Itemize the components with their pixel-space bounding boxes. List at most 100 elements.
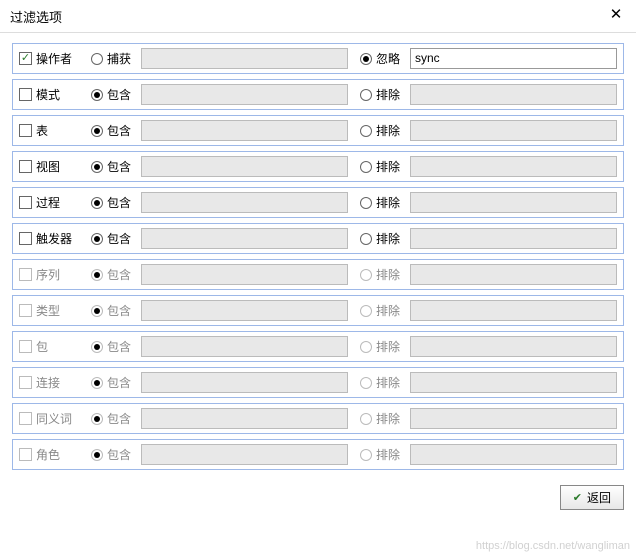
filter-options-panel: 操作者 捕获 忽略 sync 模式 包含 排除 表 <box>0 33 636 481</box>
row-label: 序列 <box>36 266 60 283</box>
checkbox-package <box>19 340 32 353</box>
input-procedure-exclude <box>410 192 617 213</box>
radio-view-include[interactable] <box>91 161 103 173</box>
input-schema-exclude <box>410 84 617 105</box>
checkbox-sequence <box>19 268 32 281</box>
radio-synonym-include <box>91 413 103 425</box>
input-type-exclude <box>410 300 617 321</box>
input-package-exclude <box>410 336 617 357</box>
footer: ✔ 返回 <box>0 481 636 518</box>
radio-label: 排除 <box>376 338 406 355</box>
back-button[interactable]: ✔ 返回 <box>560 485 624 510</box>
radio-connect-exclude <box>360 377 372 389</box>
checkbox-connect <box>19 376 32 389</box>
input-connect-include <box>141 372 348 393</box>
radio-trigger-exclude[interactable] <box>360 233 372 245</box>
row-label: 连接 <box>36 374 60 391</box>
row-label: 操作者 <box>36 50 72 67</box>
row-label: 包 <box>36 338 48 355</box>
window-title: 过滤选项 <box>10 7 62 26</box>
radio-label: 捕获 <box>107 50 137 67</box>
filter-row-type: 类型 包含 排除 <box>12 295 624 326</box>
radio-table-include[interactable] <box>91 125 103 137</box>
close-icon[interactable]: ✕ <box>606 6 626 26</box>
input-type-include <box>141 300 348 321</box>
radio-sequence-include <box>91 269 103 281</box>
radio-label: 排除 <box>376 230 406 247</box>
filter-row-operator: 操作者 捕获 忽略 sync <box>12 43 624 74</box>
radio-label: 包含 <box>107 194 137 211</box>
input-sequence-include <box>141 264 348 285</box>
row-label: 类型 <box>36 302 60 319</box>
radio-schema-exclude[interactable] <box>360 89 372 101</box>
radio-sequence-exclude <box>360 269 372 281</box>
radio-label: 包含 <box>107 374 137 391</box>
radio-table-exclude[interactable] <box>360 125 372 137</box>
radio-package-exclude <box>360 341 372 353</box>
watermark: https://blog.csdn.net/wangliman <box>476 540 630 552</box>
row-label: 角色 <box>36 446 60 463</box>
input-role-exclude <box>410 444 617 465</box>
radio-role-exclude <box>360 449 372 461</box>
radio-view-exclude[interactable] <box>360 161 372 173</box>
row-label: 视图 <box>36 158 60 175</box>
checkbox-view[interactable] <box>19 160 32 173</box>
radio-operator-ignore[interactable] <box>360 53 372 65</box>
row-label: 同义词 <box>36 410 72 427</box>
radio-label: 排除 <box>376 86 406 103</box>
input-schema-include <box>141 84 348 105</box>
input-synonym-include <box>141 408 348 429</box>
input-view-exclude <box>410 156 617 177</box>
input-procedure-include <box>141 192 348 213</box>
input-table-exclude <box>410 120 617 141</box>
checkbox-trigger[interactable] <box>19 232 32 245</box>
radio-label: 忽略 <box>376 50 406 67</box>
radio-label: 排除 <box>376 194 406 211</box>
radio-role-include <box>91 449 103 461</box>
radio-type-exclude <box>360 305 372 317</box>
radio-operator-capture[interactable] <box>91 53 103 65</box>
filter-row-synonym: 同义词 包含 排除 <box>12 403 624 434</box>
checkbox-table[interactable] <box>19 124 32 137</box>
checkbox-synonym <box>19 412 32 425</box>
input-trigger-include <box>141 228 348 249</box>
row-label: 触发器 <box>36 230 72 247</box>
radio-label: 包含 <box>107 338 137 355</box>
input-trigger-exclude <box>410 228 617 249</box>
radio-type-include <box>91 305 103 317</box>
radio-label: 包含 <box>107 122 137 139</box>
input-connect-exclude <box>410 372 617 393</box>
radio-procedure-exclude[interactable] <box>360 197 372 209</box>
radio-label: 排除 <box>376 374 406 391</box>
input-view-include <box>141 156 348 177</box>
row-label: 模式 <box>36 86 60 103</box>
checkbox-type <box>19 304 32 317</box>
radio-procedure-include[interactable] <box>91 197 103 209</box>
checkbox-procedure[interactable] <box>19 196 32 209</box>
input-synonym-exclude <box>410 408 617 429</box>
filter-row-trigger: 触发器 包含 排除 <box>12 223 624 254</box>
radio-trigger-include[interactable] <box>91 233 103 245</box>
filter-row-sequence: 序列 包含 排除 <box>12 259 624 290</box>
radio-label: 包含 <box>107 410 137 427</box>
radio-label: 包含 <box>107 230 137 247</box>
radio-label: 包含 <box>107 302 137 319</box>
input-role-include <box>141 444 348 465</box>
radio-label: 排除 <box>376 122 406 139</box>
filter-row-procedure: 过程 包含 排除 <box>12 187 624 218</box>
checkbox-operator[interactable] <box>19 52 32 65</box>
filter-row-table: 表 包含 排除 <box>12 115 624 146</box>
back-button-label: 返回 <box>587 489 611 506</box>
row-label: 表 <box>36 122 48 139</box>
radio-synonym-exclude <box>360 413 372 425</box>
radio-label: 包含 <box>107 446 137 463</box>
input-table-include <box>141 120 348 141</box>
radio-label: 排除 <box>376 266 406 283</box>
checkbox-schema[interactable] <box>19 88 32 101</box>
radio-schema-include[interactable] <box>91 89 103 101</box>
filter-row-schema: 模式 包含 排除 <box>12 79 624 110</box>
checkbox-role <box>19 448 32 461</box>
check-icon: ✔ <box>573 491 582 504</box>
filter-row-connect: 连接 包含 排除 <box>12 367 624 398</box>
input-operator-ignore[interactable]: sync <box>410 48 617 69</box>
